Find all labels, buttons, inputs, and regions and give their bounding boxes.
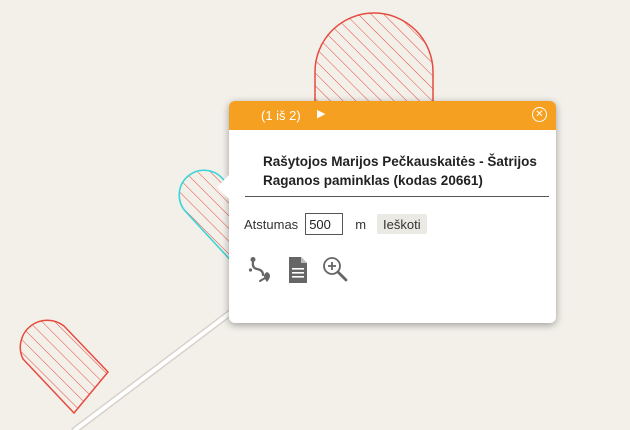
route-icon[interactable] bbox=[246, 255, 276, 285]
next-arrow-icon[interactable]: ▶ bbox=[317, 107, 325, 120]
distance-label: Atstumas bbox=[244, 216, 299, 232]
document-icon[interactable] bbox=[283, 255, 313, 285]
heritage-area-top[interactable] bbox=[314, 12, 434, 103]
popup-title: Rašytojos Marijos Pečkauskaitės - Šatrij… bbox=[263, 154, 537, 188]
distance-input[interactable] bbox=[305, 213, 344, 235]
distance-unit: m bbox=[355, 216, 367, 232]
feature-popup: (1 iš 2) ▶ ✕ Rašytojos Marijos Pečkauska… bbox=[217, 101, 556, 323]
popup-tools bbox=[246, 255, 357, 285]
heritage-area-bottom[interactable] bbox=[19, 319, 110, 415]
divider bbox=[245, 196, 549, 197]
popup-pager: (1 iš 2) bbox=[261, 108, 301, 123]
distance-row: Atstumas m Ieškoti bbox=[244, 211, 427, 237]
close-icon[interactable]: ✕ bbox=[532, 107, 547, 122]
search-button[interactable]: Ieškoti bbox=[377, 214, 427, 234]
zoom-in-icon[interactable] bbox=[320, 255, 350, 285]
popup-header: (1 iš 2) ▶ ✕ bbox=[229, 101, 556, 130]
popup-pointer bbox=[217, 175, 229, 199]
